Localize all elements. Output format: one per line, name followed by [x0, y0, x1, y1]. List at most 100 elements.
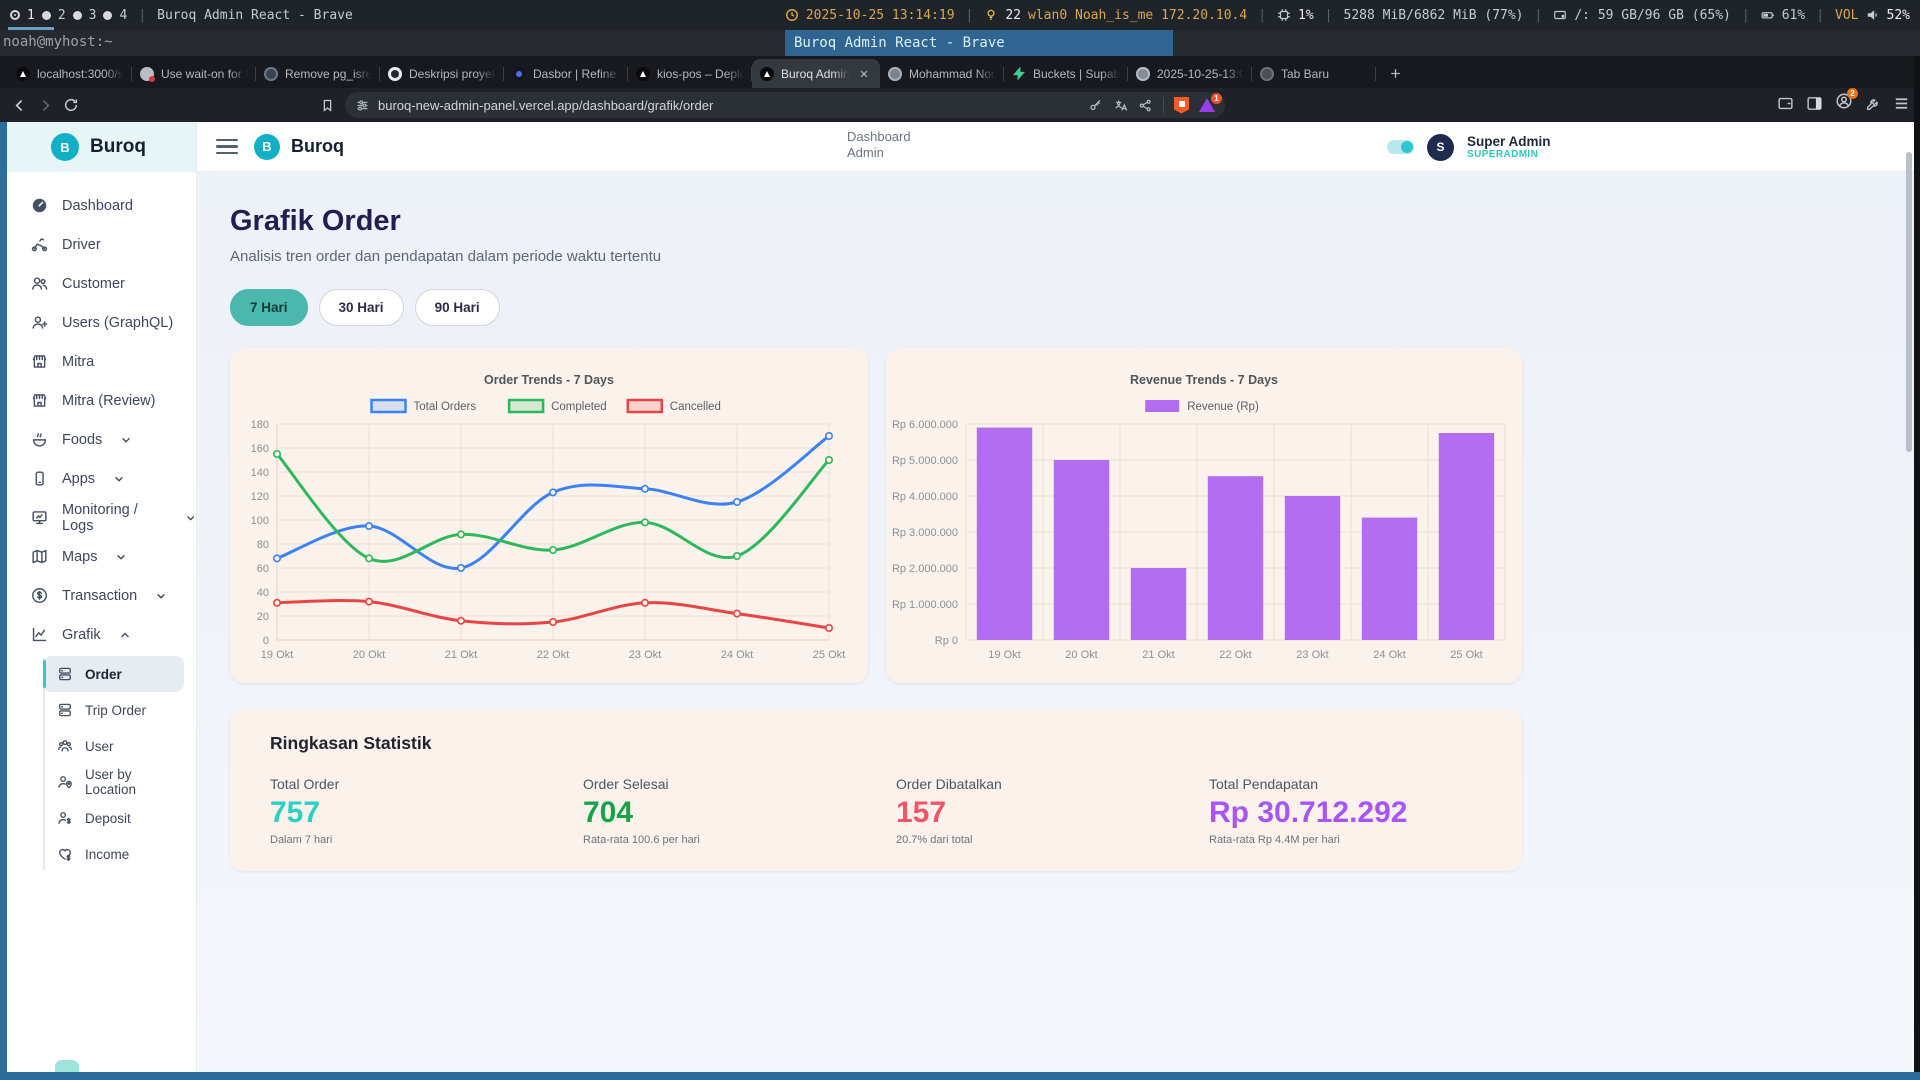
browser-tab[interactable]: Buckets | Supab	[1004, 59, 1128, 88]
sidebar-subitem-user[interactable]: User	[43, 728, 184, 764]
workspace-active-icon[interactable]	[10, 10, 20, 20]
speaker-icon	[1866, 8, 1880, 22]
sidebar-subitem-deposit[interactable]: Deposit	[43, 800, 184, 836]
chevron-down-icon	[113, 473, 125, 485]
profile-button[interactable]: 2	[1835, 92, 1853, 115]
svg-text:19 Okt: 19 Okt	[988, 649, 1020, 661]
new-tab-button[interactable]	[1382, 60, 1408, 86]
browser-tab[interactable]: Dasbor | Refine	[504, 59, 628, 88]
browser-tab-strip: localhost:3000/sUse wait-on for PRemove …	[0, 56, 1920, 88]
statistics-grid: Total Order757Dalam 7 hariOrder Selesai7…	[270, 776, 1522, 846]
window-switcher-highlight[interactable]: Buroq Admin React - Brave	[785, 30, 1173, 56]
workspace-indicator[interactable]: 1 2 3 4	[10, 8, 127, 23]
brave-shield-icon[interactable]	[1174, 97, 1189, 114]
sidebar-menu: DashboardDriverCustomerUsers (GraphQL)Mi…	[7, 172, 196, 872]
main-area: B Buroq Dashboard Admin S Super Admin SU…	[197, 122, 1914, 1072]
close-tab-icon[interactable]	[856, 66, 872, 82]
browser-tab[interactable]: Tab Baru	[1252, 59, 1376, 88]
sidebar-brand[interactable]: B Buroq	[7, 122, 196, 172]
workspace-number[interactable]: 2	[58, 8, 66, 23]
filter-pill-90-hari[interactable]: 90 Hari	[415, 289, 500, 326]
wallet-icon[interactable]	[1777, 95, 1794, 112]
sidebar-panel-icon[interactable]	[1806, 95, 1823, 112]
svg-text:Rp 0: Rp 0	[935, 635, 958, 647]
menu-icon[interactable]	[1893, 95, 1910, 112]
password-key-icon[interactable]	[1088, 98, 1103, 113]
data-point	[366, 555, 372, 561]
user-dollar-icon	[56, 809, 74, 827]
sidebar-subitem-trip-order[interactable]: Trip Order	[43, 692, 184, 728]
data-point	[826, 433, 832, 439]
workspace-number[interactable]: 1	[27, 8, 35, 23]
data-point	[366, 523, 372, 529]
sidebar-item-customer[interactable]: Customer	[7, 264, 196, 303]
workspace-dot-icon[interactable]	[73, 11, 82, 20]
sidebar-item-users-graphql[interactable]: Users (GraphQL)	[7, 303, 196, 342]
workspace-number[interactable]: 3	[89, 8, 97, 23]
browser-tab[interactable]: Use wait-on for P	[132, 59, 256, 88]
browser-tab[interactable]: kios-pos – Deplo	[628, 59, 752, 88]
hamburger-menu-icon[interactable]	[216, 139, 238, 155]
browser-tab[interactable]: Mohammad Noo	[880, 59, 1004, 88]
revenue-bar	[1285, 496, 1340, 640]
stat-value: Rp 30.712.292	[1209, 797, 1522, 829]
volume-level: 52%	[1887, 8, 1910, 23]
sidebar-item-apps[interactable]: Apps	[7, 459, 196, 498]
url-text[interactable]: buroq-new-admin-panel.vercel.app/dashboa…	[378, 98, 1080, 113]
filter-pill-30-hari[interactable]: 30 Hari	[319, 289, 404, 326]
browser-tab[interactable]: Remove pg_isrea	[256, 59, 380, 88]
forward-button[interactable]	[32, 92, 58, 118]
rows-icon	[56, 665, 74, 683]
header-brand[interactable]: B Buroq	[254, 134, 344, 160]
sidebar-item-mitra[interactable]: Mitra	[7, 342, 196, 381]
user-plus-icon	[30, 313, 49, 332]
sidebar-item-grafik[interactable]: Grafik	[7, 615, 196, 654]
browser-tab[interactable]: Deskripsi proyek	[380, 59, 504, 88]
sidebar-subitem-income[interactable]: Income	[43, 836, 184, 872]
brave-rewards-icon[interactable]: 1	[1199, 98, 1215, 112]
tab-list: localhost:3000/sUse wait-on for PRemove …	[8, 59, 1376, 88]
workspace-dot-icon[interactable]	[103, 11, 112, 20]
disk-usage: /: 59 GB/96 GB (65%)	[1574, 8, 1731, 23]
back-button[interactable]	[6, 92, 32, 118]
site-settings-icon[interactable]	[355, 98, 370, 113]
theme-toggle[interactable]	[1387, 140, 1414, 154]
sidebar-item-mitra-review[interactable]: Mitra (Review)	[7, 381, 196, 420]
stat-subtext: Rata-rata 100.6 per hari	[583, 834, 896, 846]
browser-tab[interactable]: Buroq Admin	[752, 59, 880, 88]
avatar[interactable]: S	[1427, 134, 1454, 161]
share-icon[interactable]	[1138, 98, 1153, 113]
sidebar-item-monitoring-logs[interactable]: Monitoring / Logs	[7, 498, 196, 537]
sidebar-item-foods[interactable]: Foods	[7, 420, 196, 459]
svg-text:20 Okt: 20 Okt	[353, 649, 385, 661]
sidebar-item-dashboard[interactable]: Dashboard	[7, 186, 196, 225]
browser-tab[interactable]: 2025-10-25-13:0	[1128, 59, 1252, 88]
translate-icon[interactable]	[1113, 98, 1128, 113]
customize-wrench-icon[interactable]	[1865, 96, 1881, 112]
sidebar-item-clipped[interactable]	[55, 1060, 79, 1072]
page-scrollbar[interactable]	[1906, 152, 1912, 452]
data-point	[274, 555, 280, 561]
sidebar-subitem-label: Order	[85, 667, 122, 682]
workspace-number[interactable]: 4	[119, 8, 127, 23]
svg-text:140: 140	[251, 467, 269, 479]
sidebar-subitem-user-by-location[interactable]: User by Location	[43, 764, 184, 800]
workspace-dot-icon[interactable]	[42, 11, 51, 20]
rows-icon	[56, 701, 74, 719]
bookmark-icon[interactable]	[314, 92, 340, 118]
system-status-bar: 1234 | Buroq Admin React - Brave 2025-10…	[0, 0, 1920, 30]
tab-label: kios-pos – Deplo	[657, 67, 744, 81]
filter-pill-7-hari[interactable]: 7 Hari	[230, 289, 308, 326]
sidebar-item-maps[interactable]: Maps	[7, 537, 196, 576]
sidebar-item-transaction[interactable]: Transaction	[7, 576, 196, 615]
sidebar-item-driver[interactable]: Driver	[7, 225, 196, 264]
sidebar-subitem-order[interactable]: Order	[43, 656, 184, 692]
breadcrumb-admin: Admin	[847, 145, 911, 161]
reload-button[interactable]	[58, 92, 84, 118]
disk-icon	[1553, 8, 1567, 22]
page-subtitle: Analisis tren order dan pendapatan dalam…	[230, 248, 1914, 265]
memory-usage: 5288 MiB/6862 MiB (77%)	[1344, 8, 1524, 23]
browser-tab[interactable]: localhost:3000/s	[8, 59, 132, 88]
address-bar[interactable]: buroq-new-admin-panel.vercel.app/dashboa…	[345, 92, 1225, 118]
heart-dollar-icon	[56, 845, 74, 863]
